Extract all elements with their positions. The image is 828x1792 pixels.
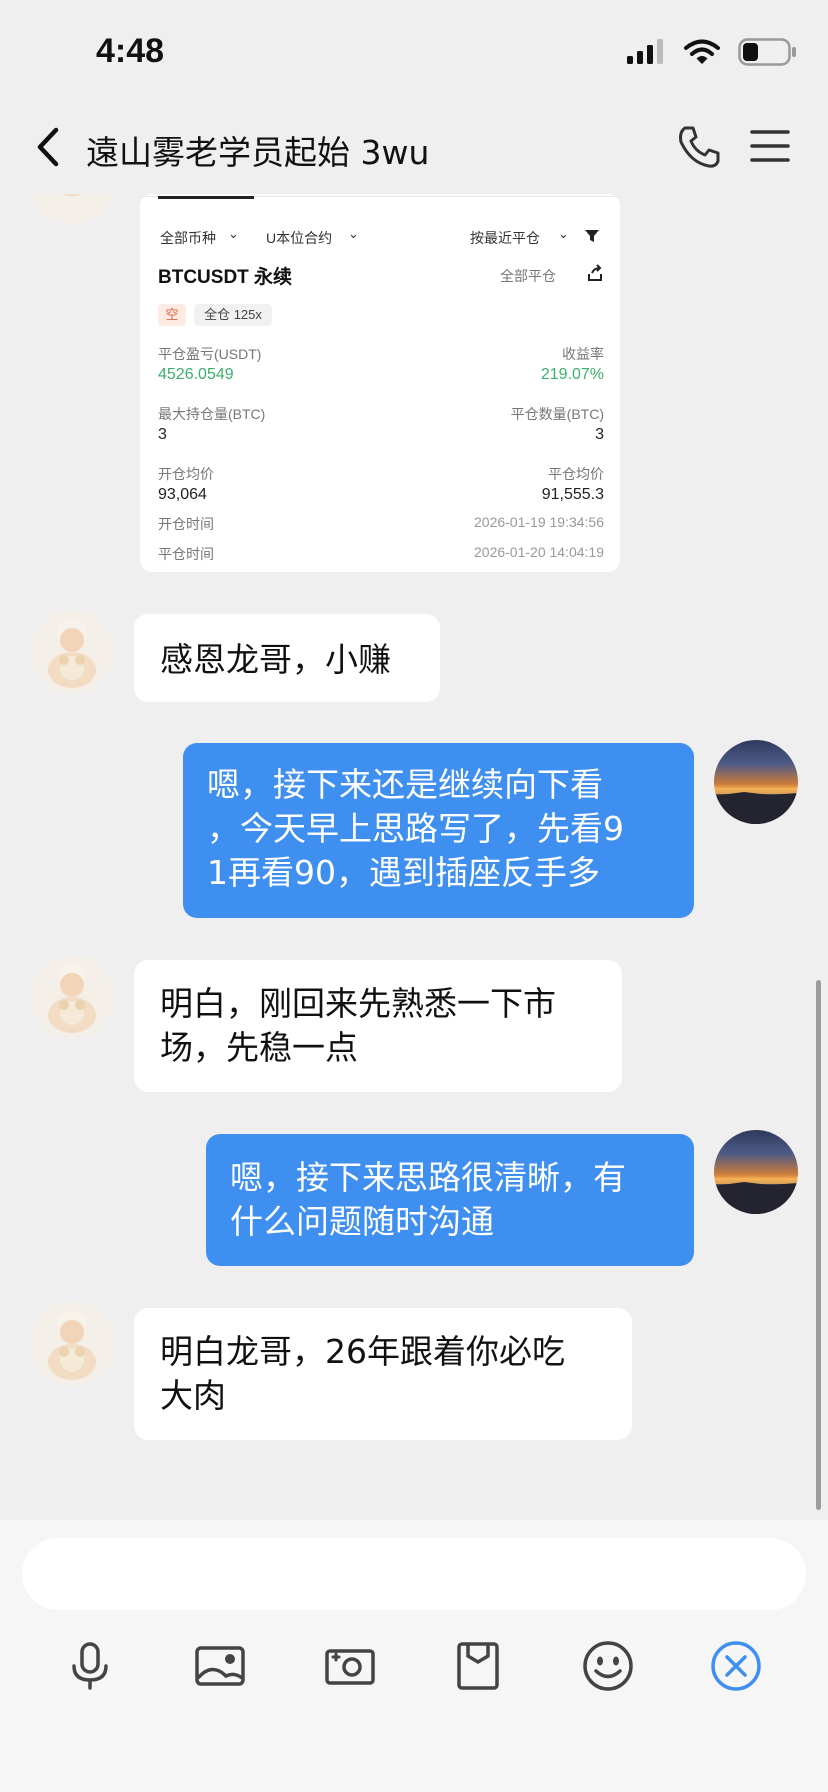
active-tab-indicator: [158, 196, 254, 199]
pnl-value: 4526.0549: [158, 366, 234, 383]
cellular-signal-icon: [627, 39, 663, 64]
open-time-label: 开仓时间: [158, 516, 214, 532]
message-text-line: 1再看90，遇到插座反手多: [207, 853, 600, 892]
chat-header: 遠山雾老学员起始 3wu: [0, 100, 828, 194]
battery-icon: [738, 38, 796, 66]
message-text-line: 什么问题随时沟通: [230, 1202, 494, 1241]
message-input[interactable]: [22, 1538, 806, 1610]
close-circle-icon[interactable]: [708, 1638, 764, 1694]
close-qty-value: 3: [595, 426, 604, 443]
pnl-label: 平仓盈亏(USDT): [158, 346, 262, 362]
camera-icon[interactable]: [322, 1638, 378, 1694]
chat-title: 遠山雾老学员起始 3wu: [86, 133, 430, 172]
close-avg-label: 平仓均价: [548, 466, 604, 482]
message-text-line: ，今天早上思路写了，先看9: [207, 809, 624, 848]
margin-tag: 全仓 125x: [194, 304, 272, 326]
roi-label: 收益率: [562, 346, 604, 362]
message-text-line: 场，先稳一点: [160, 1028, 358, 1067]
trade-screenshot-image[interactable]: 全部币种 ⌄ U本位合约 ⌄ 按最近平仓 ⌄ BTCUSDT 永续 全部平仓 空…: [140, 194, 620, 572]
filter-icon: [585, 230, 599, 242]
contact-avatar[interactable]: [30, 1302, 114, 1386]
back-chevron-icon[interactable]: [30, 122, 70, 172]
file-icon[interactable]: [450, 1638, 506, 1694]
message-text-line: 明白，刚回来先熟悉一下市: [160, 984, 556, 1023]
status-time: 4:48: [96, 32, 165, 70]
phone-icon[interactable]: [676, 124, 722, 170]
my-avatar[interactable]: [714, 1130, 798, 1214]
scrollbar[interactable]: [816, 980, 821, 1510]
message-bubble-incoming[interactable]: 明白，刚回来先熟悉一下市 场，先稳一点: [134, 960, 622, 1092]
sunset-photo-icon: [714, 1178, 798, 1214]
close-all-label: 全部平仓: [500, 268, 556, 284]
message-bubble-incoming[interactable]: 明白龙哥，26年跟着你必吃 大肉: [134, 1308, 632, 1440]
status-icons: [626, 38, 798, 66]
filter-contract: U本位合约: [266, 230, 333, 246]
status-bar: 4:48: [0, 0, 828, 100]
sort-option: 按最近平仓: [470, 230, 540, 246]
roi-value: 219.07%: [540, 366, 604, 383]
message-text-line: 明白龙哥，26年跟着你必吃: [160, 1332, 565, 1371]
message-text-line: 嗯，接下来还是继续向下看: [207, 765, 603, 804]
message-bubble-incoming[interactable]: 感恩龙哥，小赚: [134, 614, 440, 702]
chevron-down-icon: ⌄: [348, 226, 359, 241]
message-text: 感恩龙哥，小赚: [160, 640, 391, 679]
close-time-label: 平仓时间: [158, 546, 214, 562]
message-bubble-outgoing[interactable]: 嗯，接下来思路很清晰，有 什么问题随时沟通: [206, 1134, 694, 1266]
share-icon: [588, 264, 602, 281]
emoji-icon[interactable]: [580, 1638, 636, 1694]
close-avg-value: 91,555.3: [541, 486, 604, 503]
contact-avatar[interactable]: [30, 955, 114, 1039]
wifi-icon: [684, 39, 720, 64]
max-position-value: 3: [158, 426, 167, 443]
microphone-icon[interactable]: [62, 1638, 118, 1694]
side-tag: 空: [158, 304, 186, 326]
open-avg-value: 93,064: [158, 486, 207, 503]
message-text-line: 大肉: [160, 1376, 226, 1415]
message-text-line: 嗯，接下来思路很清晰，有: [230, 1158, 626, 1197]
max-position-label: 最大持仓量(BTC): [158, 406, 266, 422]
chevron-down-icon: ⌄: [228, 226, 239, 241]
open-time-value: 2026-01-19 19:34:56: [474, 514, 604, 530]
chevron-down-icon: ⌄: [558, 226, 569, 241]
trade-pair: BTCUSDT 永续: [158, 267, 293, 288]
contact-avatar[interactable]: [30, 610, 114, 694]
open-avg-label: 开仓均价: [158, 466, 214, 482]
menu-icon[interactable]: [748, 126, 792, 166]
baby-photo-icon: [48, 620, 96, 688]
close-time-value: 2026-01-20 14:04:19: [474, 544, 604, 560]
baby-photo-icon: [48, 1312, 96, 1380]
input-area: [0, 1520, 828, 1792]
baby-photo-icon: [48, 965, 96, 1033]
close-qty-label: 平仓数量(BTC): [510, 406, 604, 422]
image-icon[interactable]: [192, 1638, 248, 1694]
message-bubble-outgoing[interactable]: 嗯，接下来还是继续向下看 ，今天早上思路写了，先看9 1再看90，遇到插座反手多: [183, 743, 694, 918]
my-avatar[interactable]: [714, 740, 798, 824]
filter-symbol: 全部币种: [160, 230, 216, 246]
sunset-photo-icon: [714, 788, 798, 824]
